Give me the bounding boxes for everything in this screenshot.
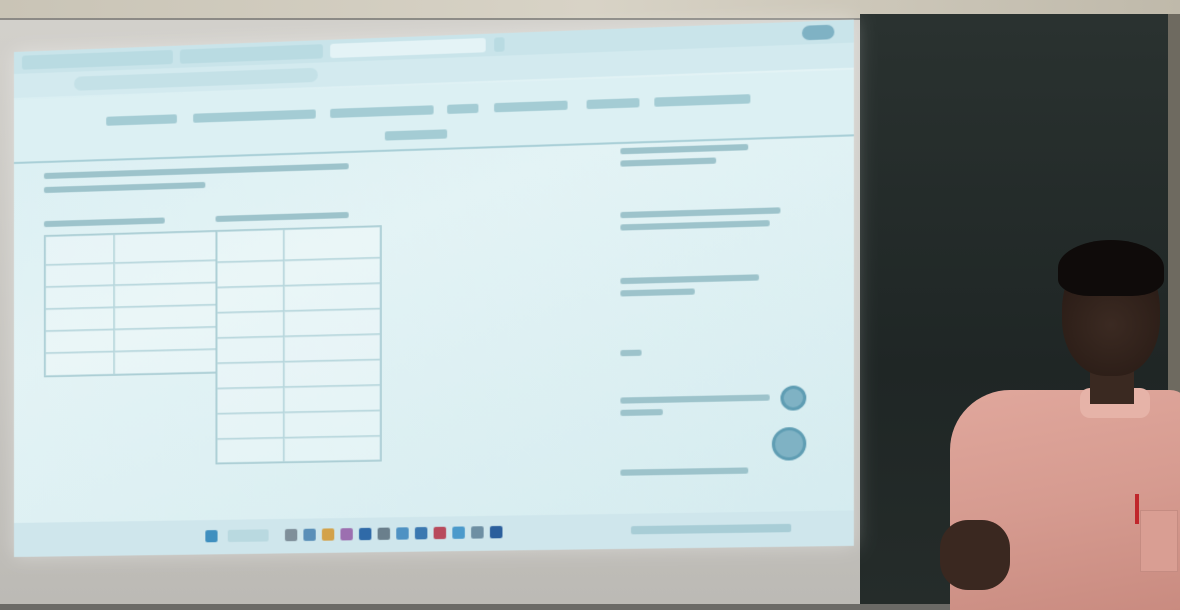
- system-tray: [630, 523, 792, 535]
- folder-icon: [321, 528, 335, 541]
- sidebar-card-title: [620, 288, 695, 297]
- scroll-up-icon: [780, 385, 807, 411]
- pen-icon: [1135, 494, 1139, 524]
- table-cell: [216, 386, 285, 415]
- window-controls-icon: [801, 24, 835, 41]
- word-icon: [359, 527, 372, 541]
- app-icon: [377, 527, 391, 540]
- app-icon: [452, 526, 465, 539]
- edge-icon: [303, 528, 316, 541]
- data-table-right: [215, 225, 382, 465]
- data-table-left: [43, 230, 218, 378]
- app-icon: [489, 525, 503, 539]
- table-cell: [44, 350, 116, 377]
- app-icon: [414, 527, 428, 540]
- article-content: [14, 145, 605, 523]
- presenter: [940, 240, 1180, 610]
- table-heading: [43, 217, 165, 228]
- sidebar-card-title: [620, 349, 642, 357]
- browser-tab: [21, 49, 173, 70]
- presenter-hair: [1058, 240, 1164, 296]
- table-cell: [216, 436, 285, 464]
- sidebar-card-title: [620, 157, 717, 167]
- nav-item: [193, 109, 316, 123]
- sidebar-card-title: [620, 143, 749, 155]
- sidebar-card-title: [620, 274, 759, 285]
- nav-item: [586, 98, 640, 110]
- task-view-icon: [284, 528, 298, 542]
- sidebar-card-title: [620, 207, 781, 219]
- nav-item: [106, 114, 177, 126]
- table-heading: [215, 211, 349, 223]
- new-tab-icon: [494, 37, 505, 52]
- nav-item: [447, 103, 479, 114]
- nav-item: [384, 129, 448, 141]
- table-cell: [216, 229, 285, 264]
- start-icon: [205, 530, 218, 543]
- table-cell: [44, 234, 116, 267]
- browser-tab: [179, 44, 323, 64]
- projected-browser-window: [14, 19, 854, 557]
- sidebar-card-title: [620, 409, 663, 417]
- sidebar-card-title: [620, 467, 749, 476]
- chrome-icon: [396, 527, 409, 540]
- url-field: [74, 67, 318, 91]
- paragraph-line: [43, 163, 349, 180]
- browser-tab-active: [330, 37, 486, 59]
- paragraph-line: [43, 181, 206, 194]
- nav-item: [330, 105, 434, 119]
- app-icon: [471, 526, 484, 539]
- table-cell: [113, 348, 217, 375]
- shirt-pocket: [1140, 510, 1178, 572]
- search-icon: [227, 529, 269, 543]
- sidebar-related-links: [610, 136, 854, 514]
- presenter-hand: [940, 520, 1010, 590]
- chat-widget-icon: [771, 426, 807, 461]
- nav-item: [654, 94, 751, 107]
- sidebar-card-title: [620, 394, 770, 404]
- nav-item: [494, 100, 568, 113]
- table-cell: [216, 411, 285, 441]
- sidebar-card-title: [620, 220, 770, 231]
- store-icon: [340, 528, 353, 541]
- app-icon: [433, 526, 447, 540]
- table-cell: [216, 360, 285, 390]
- table-cell: [282, 435, 381, 463]
